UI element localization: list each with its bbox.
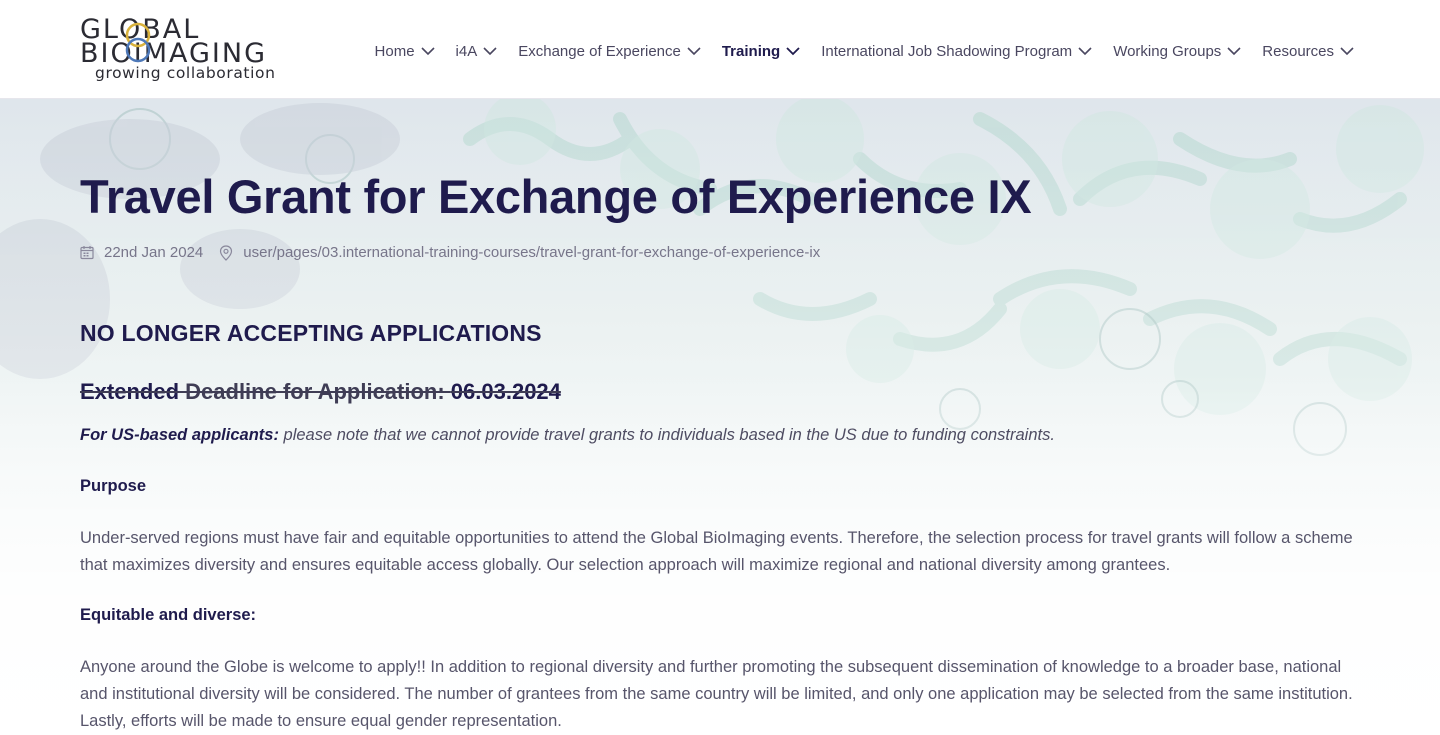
deadline-date: 06.03.2024 [450, 379, 561, 404]
post-meta: 22nd Jan 2024 user/pages/03.internationa… [80, 244, 820, 261]
nav-item-label: Resources [1262, 42, 1334, 60]
chevron-down-icon [786, 47, 800, 56]
chevron-down-icon [1078, 47, 1092, 56]
nav-item-exchange-of-experience[interactable]: Exchange of Experience [518, 43, 701, 60]
deadline-extended: Extended [80, 379, 180, 404]
us-note-text: please note that we cannot provide trave… [278, 426, 1055, 444]
chevron-down-icon [420, 47, 435, 56]
nav-item-label: i4A [455, 42, 478, 60]
chevron-down-icon [483, 47, 497, 56]
nav-item-training[interactable]: Training [722, 43, 800, 60]
chevron-down-icon [1340, 47, 1354, 56]
nav-item-international-job-shadowing-program[interactable]: International Job Shadowing Program [821, 43, 1092, 60]
deadline-label: Deadline for Application: [179, 379, 451, 404]
site-header: GLOBAL BIOIMAGING growing collaboration … [0, 0, 1440, 99]
nav-item-label: International Job Shadowing Program [821, 42, 1073, 60]
nav-item-label: Training [721, 42, 781, 60]
nav-item-i4a[interactable]: i4A [456, 43, 498, 60]
logo-tagline: growing collaboration [95, 64, 276, 82]
chevron-down-icon [687, 47, 701, 56]
nav-item-resources[interactable]: Resources [1262, 43, 1354, 60]
section-heading-equitable: Equitable and diverse: [80, 606, 257, 624]
global-bioimaging-logo[interactable]: GLOBAL BIOIMAGING growing collaboration [80, 14, 312, 84]
post-path: user/pages/03.international-training-cou… [219, 244, 820, 261]
us-note-lead: For US-based applicants: [80, 426, 279, 444]
section-text-equitable: Anyone around the Globe is welcome to ap… [80, 658, 1353, 730]
deadline-heading: Extended Deadline for Application: 06.03… [80, 379, 561, 405]
us-applicants-note: For US-based applicants: please note tha… [80, 426, 1055, 445]
nav-item-label: Exchange of Experience [518, 42, 681, 60]
main-navigation: Home i4A Exchange of Experience Training… [354, 40, 1354, 62]
nav-item-home[interactable]: Home [375, 43, 435, 60]
section-text-purpose: Under-served regions must have fair and … [80, 529, 1353, 574]
nav-item-label: Home [374, 42, 415, 60]
calendar-icon [80, 246, 94, 260]
logo-rings-icon [125, 22, 151, 63]
section-heading-purpose: Purpose [80, 477, 147, 495]
nav-item-label: Working Groups [1113, 42, 1222, 60]
no-longer-accepting-heading: NO LONGER ACCEPTING APPLICATIONS [80, 320, 542, 346]
nav-item-working-groups[interactable]: Working Groups [1113, 43, 1241, 60]
location-pin-icon [220, 244, 233, 261]
page-title: Travel Grant for Exchange of Experience … [80, 170, 1032, 223]
post-path-text: user/pages/03.international-training-cou… [243, 244, 821, 261]
chevron-down-icon [1227, 47, 1241, 56]
post-date: 22nd Jan 2024 [104, 244, 204, 261]
